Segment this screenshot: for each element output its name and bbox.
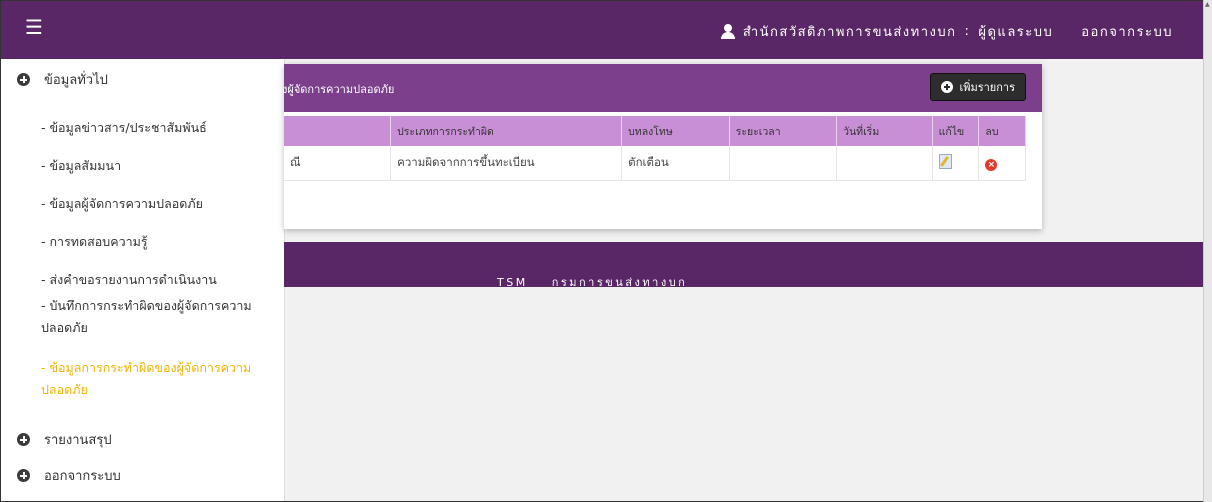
- sidebar-item-news[interactable]: - ข้อมูลข่าวสาร/ประชาสัมพันธ์: [41, 117, 261, 139]
- panel-title: งผู้จัดการความปลอดภัย: [282, 83, 395, 96]
- user-info: สำนักสวัสดิภาพการขนส่งทางบก : ผู้ดูแลระบ…: [720, 21, 1054, 42]
- add-item-button[interactable]: เพิ่มรายการ: [930, 73, 1026, 101]
- sidebar-group-logout[interactable]: ออกจากระบบ: [17, 465, 121, 486]
- sidebar-item-seminar[interactable]: - ข้อมูลสัมมนา: [41, 155, 261, 177]
- column-header: บทลงโทษ: [621, 116, 730, 146]
- cell-duration: [729, 146, 838, 181]
- sidebar: ข้อมูลทั่วไป - ข้อมูลข่าวสาร/ประชาสัมพัน…: [1, 59, 285, 501]
- plus-circle-icon: [941, 81, 954, 93]
- sidebar-group-label: ข้อมูลทั่วไป: [44, 73, 108, 88]
- column-header: ลบ: [978, 116, 1026, 146]
- delete-icon[interactable]: ×: [985, 158, 998, 171]
- sidebar-item-record-offense[interactable]: - บันทึกการกระทำผิดของผู้จัดการความปลอดภ…: [41, 295, 261, 339]
- cell-offense: ความผิดจากการขึ้นทะเบียน: [390, 146, 623, 181]
- footer-department: กรมการขนส่งทางบก: [551, 276, 688, 289]
- user-icon: [720, 24, 735, 39]
- sidebar-group-label: รายงานสรุป: [44, 433, 112, 448]
- footer-text: TSM กรมการขนส่งทางบก: [497, 273, 687, 291]
- table-header-row: ประเภทการกระทำผิด บทลงโทษ ระยะเวลา วันที…: [284, 116, 1026, 146]
- footer-tsm: TSM: [497, 276, 528, 289]
- plus-circle-icon: [17, 73, 30, 86]
- column-header: [284, 116, 392, 146]
- column-header: แก้ไข: [932, 116, 980, 146]
- cell-name: ณี: [284, 146, 392, 181]
- sidebar-group-general[interactable]: ข้อมูลทั่วไป: [17, 69, 108, 90]
- column-header: ประเภทการกระทำผิด: [390, 116, 623, 146]
- logout-link[interactable]: ออกจากระบบ: [1081, 21, 1173, 42]
- offense-table: ประเภทการกระทำผิด บทลงโทษ ระยะเวลา วันที…: [284, 116, 1026, 181]
- sidebar-group-label: ออกจากระบบ: [44, 469, 121, 484]
- user-role: ผู้ดูแลระบบ: [978, 25, 1054, 40]
- sidebar-item-safety-manager[interactable]: - ข้อมูลผู้จัดการความปลอดภัย: [41, 193, 261, 215]
- panel-header: งผู้จัดการความปลอดภัย เพิ่มรายการ: [282, 64, 1042, 112]
- top-navbar: ☰ สำนักสวัสดิภาพการขนส่งทางบก : ผู้ดูแลร…: [1, 1, 1203, 59]
- add-item-label: เพิ่มรายการ: [959, 81, 1015, 94]
- plus-circle-icon: [17, 469, 30, 482]
- content-panel: งผู้จัดการความปลอดภัย เพิ่มรายการ ประเภท…: [282, 64, 1042, 229]
- cell-penalty: ตักเตือน: [621, 146, 730, 181]
- cell-edit: [932, 146, 980, 181]
- sidebar-item-report-request[interactable]: - ส่งคำขอรายงานการดำเนินงาน: [41, 269, 261, 291]
- footer-bar: TSM กรมการขนส่งทางบก: [284, 242, 1203, 289]
- edit-icon[interactable]: [938, 154, 952, 169]
- org-name: สำนักสวัสดิภาพการขนส่งทางบก: [742, 25, 957, 40]
- plus-circle-icon: [17, 433, 30, 446]
- sidebar-item-knowledge-test[interactable]: - การทดสอบความรู้: [41, 231, 261, 253]
- menu-toggle-icon[interactable]: ☰: [25, 17, 43, 37]
- app-window: ☰ สำนักสวัสดิภาพการขนส่งทางบก : ผู้ดูแลร…: [0, 0, 1204, 502]
- column-header: ระยะเวลา: [729, 116, 838, 146]
- scroll-up-icon[interactable]: ▲: [1205, 2, 1210, 8]
- topbar-right: สำนักสวัสดิภาพการขนส่งทางบก : ผู้ดูแลระบ…: [720, 21, 1173, 42]
- table-row: ณี ความผิดจากการขึ้นทะเบียน ตักเตือน ×: [284, 146, 1026, 181]
- sidebar-group-report[interactable]: รายงานสรุป: [17, 429, 112, 450]
- column-header: วันที่เริ่ม: [836, 116, 933, 146]
- sidebar-item-offense-data[interactable]: - ข้อมูลการกระทำผิดของผู้จัดการความปลอดภ…: [41, 357, 261, 401]
- cell-delete: ×: [978, 146, 1026, 181]
- cell-start-date: [836, 146, 933, 181]
- vertical-scrollbar[interactable]: ▲: [1203, 0, 1212, 502]
- separator: :: [964, 24, 971, 39]
